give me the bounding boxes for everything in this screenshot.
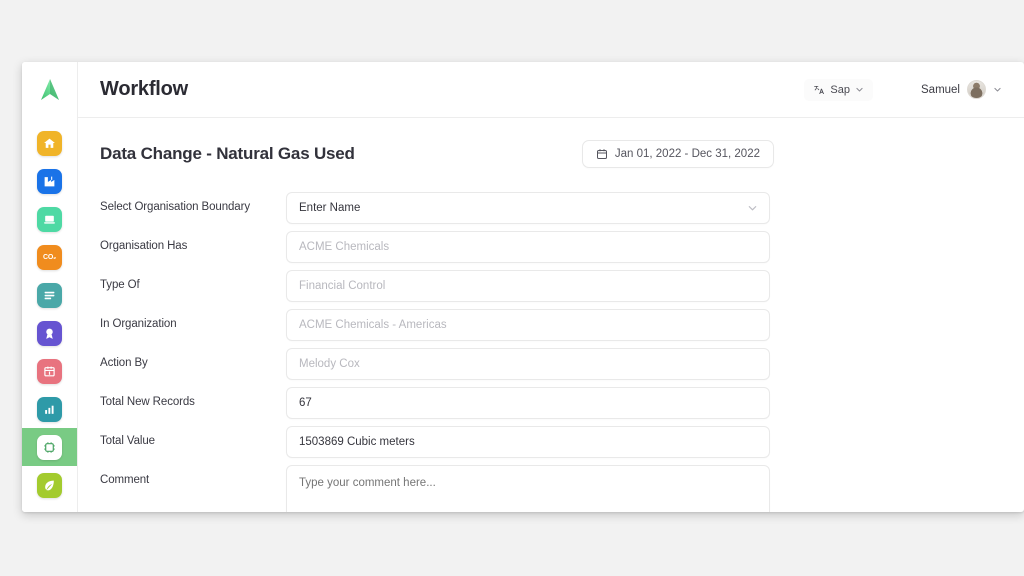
language-switcher[interactable]: Sap	[804, 78, 873, 101]
language-label: Sap	[830, 83, 850, 96]
label-total-value: Total Value	[100, 435, 155, 447]
field-wrap	[286, 348, 770, 380]
chevron-down-icon	[856, 87, 863, 92]
sidebar-item-workflow[interactable]	[22, 428, 77, 466]
leaf-icon	[37, 472, 62, 498]
field-wrap	[286, 309, 770, 341]
field-wrap	[286, 231, 770, 263]
main-pane: Workflow Sap Samuel Data Change - Natura…	[78, 62, 1024, 512]
in-organization-input[interactable]	[286, 309, 770, 341]
field-wrap	[286, 270, 770, 302]
factory-icon	[37, 168, 62, 194]
total-value-input[interactable]	[286, 426, 770, 458]
form-row: Total Value	[100, 426, 1002, 458]
form-icon	[37, 282, 62, 308]
calendar-icon	[596, 149, 607, 159]
label-comment: Comment	[100, 474, 150, 486]
field-wrap	[286, 426, 770, 458]
date-range-picker[interactable]: Jan 01, 2022 - Dec 31, 2022	[581, 140, 774, 168]
sidebar-item-calendar[interactable]	[22, 352, 77, 390]
form-row: Comment	[100, 465, 1002, 512]
user-menu[interactable]: Samuel	[921, 80, 1002, 99]
select-organisation-boundary-input[interactable]	[286, 192, 770, 224]
label-type-of: Type Of	[100, 279, 140, 291]
form-row: Action By	[100, 348, 1002, 380]
label-organisation-has: Organisation Has	[100, 240, 188, 252]
label-action-by: Action By	[100, 357, 148, 369]
green-triangle-logo-icon	[40, 79, 59, 100]
form-row: Select Organisation Boundary	[100, 192, 1002, 224]
page-header: Data Change - Natural Gas Used Jan 01, 2…	[100, 140, 1002, 168]
sidebar-item-reports[interactable]	[22, 200, 77, 238]
user-name: Samuel	[921, 83, 960, 96]
sidebar-item-emissions[interactable]: CO₂	[22, 238, 77, 276]
sidebar-item-facility[interactable]	[22, 162, 77, 200]
label-select-organisation-boundary: Select Organisation Boundary	[100, 201, 250, 213]
organisation-has-input[interactable]	[286, 231, 770, 263]
type-of-input[interactable]	[286, 270, 770, 302]
label-total-new-records: Total New Records	[100, 396, 195, 408]
label-in-organization: In Organization	[100, 318, 177, 330]
translate-icon	[814, 85, 825, 94]
workflow-icon	[37, 434, 62, 460]
topbar: Workflow Sap Samuel	[78, 62, 1024, 118]
home-icon	[37, 130, 62, 156]
sidebar-item-sustainability[interactable]	[22, 466, 77, 504]
content-area: Data Change - Natural Gas Used Jan 01, 2…	[78, 118, 1024, 512]
avatar	[967, 80, 986, 99]
app-logo[interactable]	[22, 62, 78, 118]
field-wrap	[286, 387, 770, 419]
form-row: Type Of	[100, 270, 1002, 302]
app-window: CO₂ Workflow Sap Samuel Data Change - Na…	[22, 62, 1024, 512]
chart-icon	[37, 396, 62, 422]
sidebar-item-home[interactable]	[22, 124, 77, 162]
form-row: Organisation Has	[100, 231, 1002, 263]
total-new-records-input[interactable]	[286, 387, 770, 419]
comment-textarea[interactable]	[286, 465, 770, 512]
field-wrap	[286, 465, 770, 512]
sidebar-item-analytics[interactable]	[22, 390, 77, 428]
date-range-text: Jan 01, 2022 - Dec 31, 2022	[614, 148, 760, 160]
calendar-icon	[37, 358, 62, 384]
data-change-form: Select Organisation Boundary Organisatio…	[100, 192, 1002, 512]
form-row: In Organization	[100, 309, 1002, 341]
action-by-input[interactable]	[286, 348, 770, 380]
form-row: Total New Records	[100, 387, 1002, 419]
sidebar-items: CO₂	[22, 118, 77, 504]
co2-icon: CO₂	[37, 244, 62, 270]
chevron-down-icon	[994, 87, 1001, 92]
app-title: Workflow	[100, 78, 189, 100]
field-wrap	[286, 192, 770, 224]
sidebar: CO₂	[22, 62, 78, 512]
badge-icon	[37, 320, 62, 346]
page-title: Data Change - Natural Gas Used	[100, 144, 355, 163]
laptop-icon	[37, 206, 62, 232]
sidebar-item-data-entry[interactable]	[22, 276, 77, 314]
sidebar-item-targets[interactable]	[22, 314, 77, 352]
